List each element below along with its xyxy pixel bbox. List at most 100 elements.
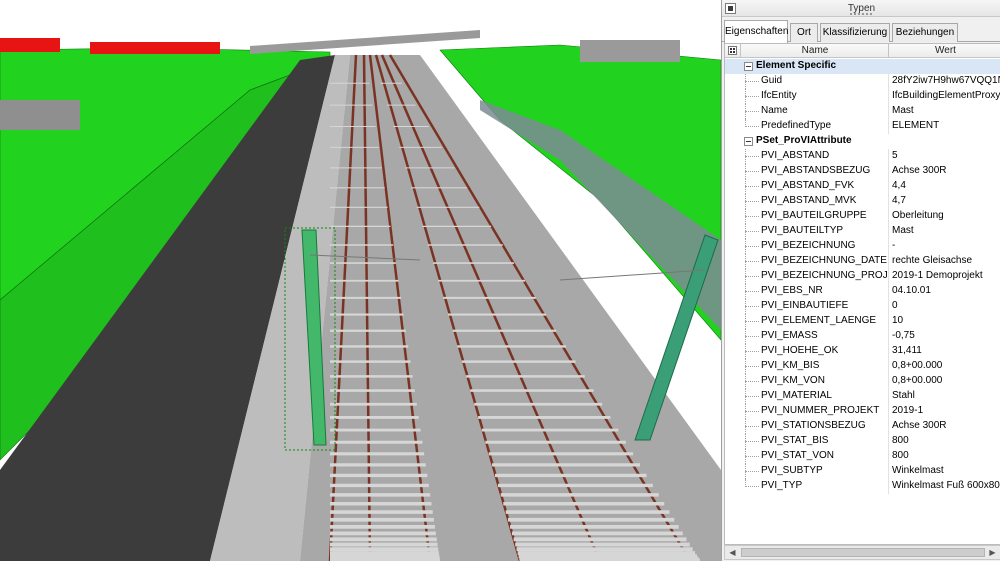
property-group[interactable]: PSet_ProVIAttribute bbox=[725, 134, 1000, 149]
property-name: PredefinedType bbox=[761, 120, 832, 131]
property-value[interactable]: Stahl bbox=[892, 390, 1000, 401]
property-value[interactable]: 2019-1 Demoprojekt bbox=[892, 270, 1000, 281]
property-value[interactable]: 0,8+00.000 bbox=[892, 375, 1000, 386]
property-row[interactable]: PVI_BEZEICHNUNG - bbox=[725, 239, 1000, 254]
property-name: PVI_KM_BIS bbox=[761, 360, 820, 371]
property-row[interactable]: PVI_NUMMER_PROJEKT 2019-1 bbox=[725, 404, 1000, 419]
property-name: PVI_ABSTAND bbox=[761, 150, 830, 161]
3d-viewport[interactable] bbox=[0, 0, 721, 561]
property-value[interactable]: ELEMENT bbox=[892, 120, 1000, 131]
sort-icon[interactable] bbox=[728, 46, 737, 55]
grid-header: Name Wert bbox=[725, 44, 1000, 58]
tab-klassifizierung[interactable]: Klassifizierung bbox=[820, 23, 890, 42]
property-value[interactable]: 2019-1 bbox=[892, 405, 1000, 416]
property-value[interactable]: 4,4 bbox=[892, 180, 1000, 191]
property-row[interactable]: PVI_EBS_NR 04.10.01 bbox=[725, 284, 1000, 299]
property-value[interactable]: 4,7 bbox=[892, 195, 1000, 206]
property-value[interactable]: IfcBuildingElementProxy bbox=[892, 90, 1000, 101]
property-value[interactable]: 31,411 bbox=[892, 345, 1000, 356]
property-grid[interactable]: Name Wert Element Specific Guid 28fY2iw7H9… bbox=[724, 43, 1000, 545]
property-name: PVI_SUBTYP bbox=[761, 465, 823, 476]
property-row[interactable]: PVI_STAT_VON 800 bbox=[725, 449, 1000, 464]
scroll-left-icon[interactable]: ◀ bbox=[725, 546, 740, 559]
roof-red bbox=[0, 38, 60, 52]
property-name: PVI_EINBAUTIEFE bbox=[761, 300, 849, 311]
building bbox=[0, 100, 80, 130]
property-value[interactable]: rechte Gleisachse bbox=[892, 255, 1000, 266]
property-name: PVI_BAUTEILTYP bbox=[761, 225, 844, 236]
property-row[interactable]: PVI_STAT_BIS 800 bbox=[725, 434, 1000, 449]
property-name: PVI_STATIONSBEZUG bbox=[761, 420, 866, 431]
rail-scene[interactable] bbox=[0, 0, 721, 561]
property-value[interactable]: 5 bbox=[892, 150, 1000, 161]
property-value[interactable]: Winkelmast Fuß 600x800 bbox=[892, 480, 1000, 491]
scrollbar-thumb[interactable] bbox=[741, 548, 985, 557]
tab-eigenschaften[interactable]: Eigenschaften bbox=[724, 20, 788, 43]
property-row[interactable]: PredefinedType ELEMENT bbox=[725, 119, 1000, 134]
property-row[interactable]: PVI_ABSTAND 5 bbox=[725, 149, 1000, 164]
property-row[interactable]: PVI_BAUTEILTYP Mast bbox=[725, 224, 1000, 239]
property-row[interactable]: PVI_BEZEICHNUNG_DATEI rechte Gleisachse bbox=[725, 254, 1000, 269]
property-row[interactable]: PVI_ABSTAND_FVK 4,4 bbox=[725, 179, 1000, 194]
property-value[interactable]: -0,75 bbox=[892, 330, 1000, 341]
property-name: PVI_BAUTEILGRUPPE bbox=[761, 210, 867, 221]
property-name: PVI_ABSTANDSBEZUG bbox=[761, 165, 871, 176]
column-value[interactable]: Wert bbox=[889, 45, 1000, 56]
property-value[interactable]: - bbox=[892, 240, 1000, 251]
properties-panel: Typen Eigenschaften Ort Klassifizierung … bbox=[721, 0, 1000, 561]
tab-beziehungen[interactable]: Beziehungen bbox=[892, 23, 958, 42]
property-name: PVI_KM_VON bbox=[761, 375, 825, 386]
property-row[interactable]: PVI_ELEMENT_LAENGE 10 bbox=[725, 314, 1000, 329]
property-name: PVI_STAT_VON bbox=[761, 450, 834, 461]
roof-red bbox=[90, 42, 220, 54]
property-row[interactable]: PVI_EINBAUTIEFE 0 bbox=[725, 299, 1000, 314]
property-name: PVI_BEZEICHNUNG_DATEI bbox=[761, 255, 887, 266]
property-value[interactable]: Achse 300R bbox=[892, 165, 1000, 176]
property-row[interactable]: PVI_KM_VON 0,8+00.000 bbox=[725, 374, 1000, 389]
property-row[interactable]: Name Mast bbox=[725, 104, 1000, 119]
group-name: Element Specific bbox=[756, 60, 837, 71]
scroll-right-icon[interactable]: ▶ bbox=[985, 546, 1000, 559]
property-value[interactable]: 800 bbox=[892, 435, 1000, 446]
property-name: PVI_HOEHE_OK bbox=[761, 345, 839, 356]
property-name: PVI_STAT_BIS bbox=[761, 435, 829, 446]
property-name: Name bbox=[761, 105, 788, 116]
property-name: PVI_EMASS bbox=[761, 330, 818, 341]
property-value[interactable]: Oberleitung bbox=[892, 210, 1000, 221]
column-name[interactable]: Name bbox=[741, 45, 889, 56]
property-group[interactable]: Element Specific bbox=[725, 59, 1000, 74]
property-value[interactable]: 28fY2iw7H9hw67VQQ1NZ bbox=[892, 75, 1000, 86]
property-name: PVI_ABSTAND_FVK bbox=[761, 180, 855, 191]
property-row[interactable]: PVI_BEZEICHNUNG_PROJEKT 2019-1 Demoprojek… bbox=[725, 269, 1000, 284]
property-row[interactable]: PVI_MATERIAL Stahl bbox=[725, 389, 1000, 404]
property-value[interactable]: Mast bbox=[892, 105, 1000, 116]
property-row[interactable]: PVI_SUBTYP Winkelmast bbox=[725, 464, 1000, 479]
property-row[interactable]: PVI_ABSTAND_MVK 4,7 bbox=[725, 194, 1000, 209]
property-row[interactable]: PVI_BAUTEILGRUPPE Oberleitung bbox=[725, 209, 1000, 224]
property-row[interactable]: PVI_TYP Winkelmast Fuß 600x800 bbox=[725, 479, 1000, 494]
property-row[interactable]: PVI_HOEHE_OK 31,411 bbox=[725, 344, 1000, 359]
property-row[interactable]: PVI_ABSTANDSBEZUG Achse 300R bbox=[725, 164, 1000, 179]
property-value[interactable]: Achse 300R bbox=[892, 420, 1000, 431]
property-value[interactable]: 800 bbox=[892, 450, 1000, 461]
property-value[interactable]: Mast bbox=[892, 225, 1000, 236]
property-row[interactable]: IfcEntity IfcBuildingElementProxy bbox=[725, 89, 1000, 104]
property-name: PVI_ABSTAND_MVK bbox=[761, 195, 857, 206]
property-row[interactable]: PVI_STATIONSBEZUG Achse 300R bbox=[725, 419, 1000, 434]
panel-titlebar[interactable]: Typen bbox=[722, 0, 1000, 17]
property-name: PVI_TYP bbox=[761, 480, 803, 491]
property-value[interactable]: 10 bbox=[892, 315, 1000, 326]
tab-ort[interactable]: Ort bbox=[790, 23, 818, 42]
property-row[interactable]: PVI_EMASS -0,75 bbox=[725, 329, 1000, 344]
horizontal-scrollbar[interactable]: ◀ ▶ bbox=[724, 545, 1000, 560]
drag-grip[interactable] bbox=[850, 13, 872, 15]
property-row[interactable]: PVI_KM_BIS 0,8+00.000 bbox=[725, 359, 1000, 374]
property-name: PVI_ELEMENT_LAENGE bbox=[761, 315, 877, 326]
property-row[interactable]: Guid 28fY2iw7H9hw67VQQ1NZ bbox=[725, 74, 1000, 89]
collapse-icon[interactable] bbox=[744, 62, 753, 71]
collapse-icon[interactable] bbox=[744, 137, 753, 146]
property-value[interactable]: 04.10.01 bbox=[892, 285, 1000, 296]
property-value[interactable]: 0,8+00.000 bbox=[892, 360, 1000, 371]
property-value[interactable]: Winkelmast bbox=[892, 465, 1000, 476]
property-value[interactable]: 0 bbox=[892, 300, 1000, 311]
